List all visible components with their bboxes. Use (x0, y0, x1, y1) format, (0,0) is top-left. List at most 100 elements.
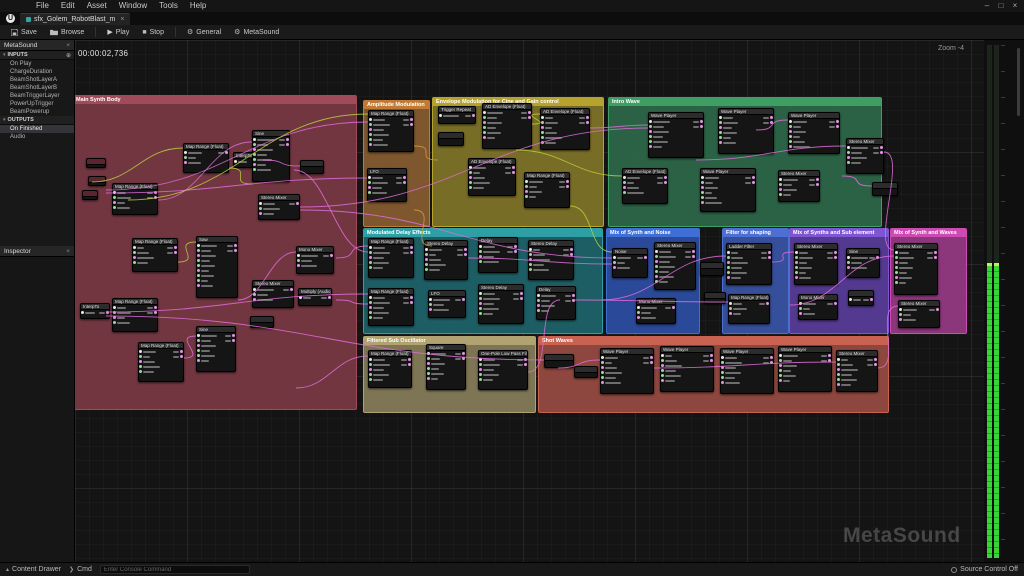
input-pin[interactable] (789, 120, 792, 123)
input-pin[interactable] (727, 276, 730, 279)
input-pin[interactable] (779, 354, 782, 357)
input-pin[interactable] (197, 349, 200, 352)
graph-node[interactable]: Wave Player (648, 112, 704, 158)
input-member-item[interactable]: ChargeDuration (0, 68, 74, 76)
output-pin[interactable] (512, 166, 515, 169)
input-pin[interactable] (895, 251, 898, 254)
input-pin[interactable] (439, 114, 442, 117)
input-pin[interactable] (113, 206, 116, 209)
output-pin[interactable] (174, 251, 177, 254)
graph-node[interactable]: Stereo Mixer (794, 243, 838, 285)
input-pin[interactable] (253, 153, 256, 156)
add-input-icon[interactable]: ⊕ (66, 52, 71, 59)
input-pin[interactable] (537, 309, 540, 312)
input-pin[interactable] (259, 202, 262, 205)
input-pin[interactable] (369, 301, 372, 304)
input-pin[interactable] (721, 381, 724, 384)
input-pin[interactable] (483, 111, 486, 114)
input-pin[interactable] (525, 185, 528, 188)
input-pin[interactable] (795, 261, 798, 264)
output-pin[interactable] (644, 256, 647, 259)
output-pin[interactable] (572, 294, 575, 297)
input-pin[interactable] (469, 171, 472, 174)
output-pin[interactable] (462, 298, 465, 301)
graph-node[interactable]: Sine (252, 130, 290, 182)
menu-item-help[interactable]: Help (184, 0, 212, 12)
output-pin[interactable] (408, 363, 411, 366)
input-pin[interactable] (253, 138, 256, 141)
input-pin[interactable] (779, 183, 782, 186)
menu-item-tools[interactable]: Tools (153, 0, 184, 12)
graph-node[interactable]: Sine (196, 326, 236, 372)
graph-node[interactable]: Stereo Delay (478, 284, 524, 324)
graph-node[interactable]: Mono Mixer (296, 246, 334, 274)
output-pin[interactable] (692, 255, 695, 258)
input-pin[interactable] (601, 381, 604, 384)
input-pin[interactable] (369, 123, 372, 126)
output-pin[interactable] (566, 180, 569, 183)
output-pin[interactable] (410, 301, 413, 304)
graph-node[interactable] (438, 132, 464, 146)
input-pin[interactable] (837, 368, 840, 371)
input-pin[interactable] (701, 191, 704, 194)
input-pin[interactable] (701, 181, 704, 184)
input-member-item[interactable]: On Play (0, 60, 74, 68)
output-pin[interactable] (566, 185, 569, 188)
input-pin[interactable] (425, 263, 428, 266)
input-pin[interactable] (529, 258, 532, 261)
input-pin[interactable] (655, 255, 658, 258)
input-pin[interactable] (779, 374, 782, 377)
input-pin[interactable] (297, 259, 300, 262)
input-pin[interactable] (483, 131, 486, 134)
output-pin[interactable] (752, 176, 755, 179)
input-pin[interactable] (701, 186, 704, 189)
input-pin[interactable] (479, 307, 482, 310)
input-pin[interactable] (719, 141, 722, 144)
outputs-section-header[interactable]: ▾ OUTPUTS (0, 116, 74, 125)
graph-node[interactable]: Wave Player (788, 112, 840, 154)
input-pin[interactable] (795, 276, 798, 279)
input-pin[interactable] (537, 304, 540, 307)
output-pin[interactable] (296, 202, 299, 205)
graph-node[interactable]: Wave Player (600, 348, 654, 394)
input-pin[interactable] (799, 312, 802, 315)
input-pin[interactable] (369, 261, 372, 264)
input-pin[interactable] (623, 176, 626, 179)
input-pin[interactable] (253, 163, 256, 166)
minimize-button[interactable]: – (980, 0, 994, 12)
input-pin[interactable] (537, 299, 540, 302)
input-member-item[interactable]: BeamPowerup (0, 108, 74, 116)
output-pin[interactable] (524, 358, 527, 361)
input-pin[interactable] (799, 302, 802, 305)
input-pin[interactable] (637, 306, 640, 309)
output-pin[interactable] (880, 151, 883, 154)
output-pin[interactable] (464, 253, 467, 256)
output-pin[interactable] (828, 354, 831, 357)
output-pin[interactable] (180, 350, 183, 353)
input-pin[interactable] (789, 145, 792, 148)
graph-node[interactable]: Delay (536, 286, 576, 320)
input-pin[interactable] (729, 312, 732, 315)
input-pin[interactable] (623, 186, 626, 189)
input-pin[interactable] (483, 121, 486, 124)
input-pin[interactable] (253, 143, 256, 146)
input-pin[interactable] (537, 294, 540, 297)
output-pin[interactable] (834, 256, 837, 259)
input-pin[interactable] (429, 298, 432, 301)
output-member-item[interactable]: Audio (0, 133, 74, 141)
input-pin[interactable] (655, 280, 658, 283)
input-pin[interactable] (719, 131, 722, 134)
input-pin[interactable] (799, 307, 802, 310)
output-pin[interactable] (410, 118, 413, 121)
input-pin[interactable] (899, 318, 902, 321)
input-pin[interactable] (139, 370, 142, 373)
input-pin[interactable] (701, 201, 704, 204)
input-pin[interactable] (479, 292, 482, 295)
output-pin[interactable] (752, 181, 755, 184)
input-pin[interactable] (427, 372, 430, 375)
input-pin[interactable] (847, 261, 850, 264)
graph-node[interactable]: AD Envelope (Float) (468, 158, 516, 196)
maximize-button[interactable]: □ (994, 0, 1008, 12)
output-pin[interactable] (586, 116, 589, 119)
input-pin[interactable] (795, 251, 798, 254)
